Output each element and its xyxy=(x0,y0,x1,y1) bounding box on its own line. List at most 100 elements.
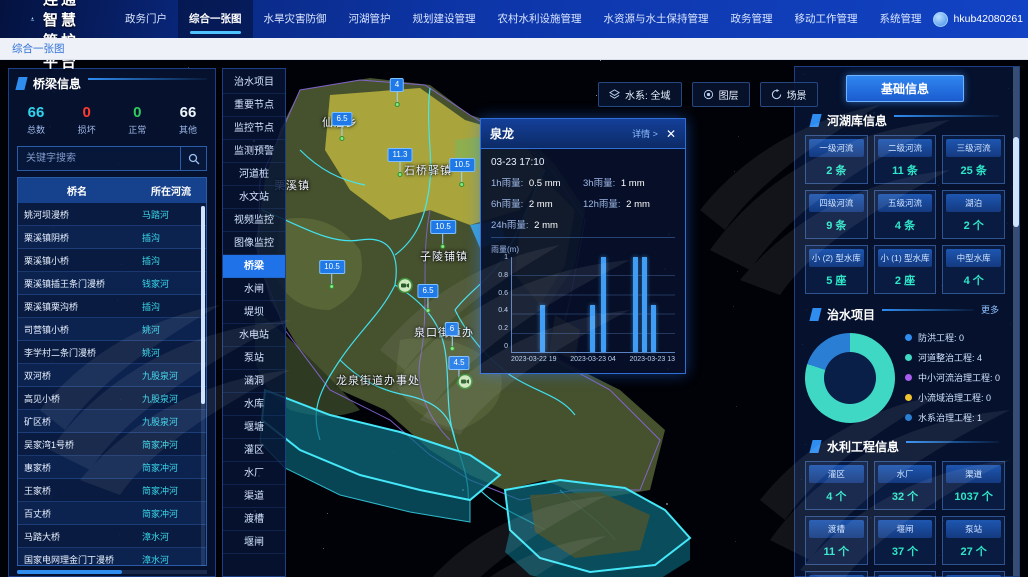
section-accent xyxy=(809,114,821,127)
table-row[interactable]: 李学村二条门漫桥 姚河 xyxy=(18,341,206,364)
user-menu[interactable]: hkub42080261 ▼ xyxy=(933,12,1028,27)
water-system-select[interactable]: 水系: 全域 xyxy=(598,82,682,107)
layer-menu-item[interactable]: 河道桩 xyxy=(223,163,285,186)
water-level-marker[interactable]: 10.5 xyxy=(319,260,345,289)
layer-menu-item[interactable]: 水电站 xyxy=(223,324,285,347)
nav-item[interactable]: 水旱灾害防御 xyxy=(253,0,338,38)
legend-item: 防洪工程: 0 xyxy=(905,331,1000,344)
nav-item[interactable]: 综合一张图 xyxy=(178,0,253,38)
bridge-name: 百丈桥 xyxy=(18,507,136,520)
layer-menu-item[interactable]: 水厂 xyxy=(223,462,285,485)
table-row[interactable]: 栗溪镇阴桥 插沟 xyxy=(18,226,206,249)
bridge-name: 栗溪镇栗沟桥 xyxy=(18,300,136,313)
station-popup: 泉龙 详情 > ✕ 03-23 17:10 1h雨量: 0.5 mm 3h雨量: xyxy=(480,118,686,374)
nav-item[interactable]: 系统管理 xyxy=(869,0,933,38)
section-accent xyxy=(809,440,821,453)
layer-menu-item[interactable]: 视频监控 xyxy=(223,209,285,232)
rain-metrics: 1h雨量: 0.5 mm 3h雨量: 1 mm 6h雨量: 2 mm xyxy=(491,175,675,231)
table-row[interactable]: 姚河坝漫桥 马踏河 xyxy=(18,203,206,226)
layer-menu-item[interactable]: 堤坝 xyxy=(223,301,285,324)
river-name: 漳水河 xyxy=(136,553,206,566)
table-row[interactable]: 栗溪镇插王条门漫桥 钱家河 xyxy=(18,272,206,295)
info-cell: 五级河流 4 条 xyxy=(874,190,937,239)
bridge-name: 栗溪镇插王条门漫桥 xyxy=(18,277,136,290)
table-vertical-scrollbar[interactable] xyxy=(201,206,205,566)
water-level-marker[interactable]: 6.5 xyxy=(331,112,352,141)
layer-menu-item[interactable]: 泵站 xyxy=(223,347,285,370)
layer-menu-item[interactable]: 治水项目 xyxy=(223,71,285,94)
layer-menu-item[interactable]: 堰闸 xyxy=(223,531,285,554)
layer-menu-item[interactable]: 监控节点 xyxy=(223,117,285,140)
water-level-marker[interactable]: 6 xyxy=(445,322,459,351)
water-level-marker[interactable]: 10.5 xyxy=(449,158,475,187)
river-name: 九股泉河 xyxy=(136,392,206,405)
river-name: 简家冲河 xyxy=(136,461,206,474)
table-row[interactable]: 国家电网理金门丁漫桥 漳水河 xyxy=(18,548,206,565)
username: hkub42080261 xyxy=(954,13,1024,25)
table-row[interactable]: 双河桥 九股泉河 xyxy=(18,364,206,387)
layer-toggle-button[interactable]: 图层 xyxy=(692,82,750,107)
layer-menu-item[interactable]: 水闸 xyxy=(223,278,285,301)
popup-body: 03-23 17:10 1h雨量: 0.5 mm 3h雨量: 1 mm xyxy=(481,149,685,373)
info-cell: 湖泊 2 个 xyxy=(942,190,1005,239)
water-level-marker[interactable]: 6.5 xyxy=(417,284,438,313)
table-row[interactable]: 高见小桥 九股泉河 xyxy=(18,387,206,410)
scene-toggle-button[interactable]: 场景 xyxy=(760,82,818,107)
layer-menu-item[interactable]: 灌区 xyxy=(223,439,285,462)
popup-timestamp: 03-23 17:10 xyxy=(491,157,675,168)
nav-item[interactable]: 农村水利设施管理 xyxy=(487,0,593,38)
table-row[interactable]: 百丈桥 简家冲河 xyxy=(18,502,206,525)
layer-menu-item[interactable]: 图像监控 xyxy=(223,232,285,255)
info-cell: 渠道 1037 个 xyxy=(942,461,1005,510)
layer-menu-item[interactable]: 桥梁 xyxy=(223,255,285,278)
nav-item[interactable]: 政务管理 xyxy=(720,0,784,38)
popup-detail-link[interactable]: 详情 > xyxy=(632,127,658,140)
table-row[interactable]: 吴家湾1号桥 简家冲河 xyxy=(18,433,206,456)
layer-menu-item[interactable]: 水文站 xyxy=(223,186,285,209)
table-row[interactable]: 马踏大桥 漳水河 xyxy=(18,525,206,548)
basic-info-button[interactable]: 基础信息 xyxy=(846,75,964,102)
panel-scrollbar[interactable] xyxy=(1013,67,1019,576)
water-level-marker[interactable]: 4 xyxy=(390,78,404,107)
layer-menu-item[interactable]: 重要节点 xyxy=(223,94,285,117)
nav-item[interactable]: 移动工作管理 xyxy=(784,0,869,38)
river-name: 简家冲河 xyxy=(136,507,206,520)
search-button[interactable] xyxy=(180,147,206,170)
stat-item: 0 正常 xyxy=(120,104,154,136)
layer-menu: 治水项目 重要节点 监控节点 监测预警 河道桩 水 xyxy=(222,68,286,577)
table-row[interactable]: 王家桥 简家冲河 xyxy=(18,479,206,502)
layer-menu-item[interactable]: 水库 xyxy=(223,393,285,416)
nav-item[interactable]: 政务门户 xyxy=(114,0,178,38)
close-icon[interactable]: ✕ xyxy=(666,128,676,140)
table-row[interactable]: 惠家桥 简家冲河 xyxy=(18,456,206,479)
camera-marker-icon[interactable] xyxy=(397,278,413,299)
layer-menu-item[interactable]: 渡槽 xyxy=(223,508,285,531)
map-stage[interactable]: 仙居乡 石桥驿镇 栗溪镇 子陵铺镇 泉口街道办 龙泉街道办事处 4 xyxy=(0,60,1028,577)
table-row[interactable]: 司营镇小桥 姚河 xyxy=(18,318,206,341)
bridge-name: 王家桥 xyxy=(18,484,136,497)
water-level-marker[interactable]: 11.3 xyxy=(388,148,413,177)
bridge-name: 马踏大桥 xyxy=(18,530,136,543)
info-cell: 涵洞 47 个 xyxy=(805,571,868,577)
camera-marker-icon[interactable] xyxy=(457,374,473,395)
table-horizontal-scrollbar[interactable] xyxy=(17,570,207,574)
bridge-name: 司营镇小桥 xyxy=(18,323,136,336)
layer-menu-item[interactable]: 堰塘 xyxy=(223,416,285,439)
layer-menu-item[interactable]: 监测预警 xyxy=(223,140,285,163)
section-divider xyxy=(882,309,974,311)
river-name: 姚河 xyxy=(136,346,206,359)
info-cell: 渡槽 11 个 xyxy=(805,516,868,565)
nav-item[interactable]: 规划建设管理 xyxy=(402,0,487,38)
bridge-name: 李学村二条门漫桥 xyxy=(18,346,136,359)
table-row[interactable]: 栗溪镇栗沟桥 插沟 xyxy=(18,295,206,318)
layer-menu-item[interactable]: 涵洞 xyxy=(223,370,285,393)
table-row[interactable]: 栗溪镇小桥 插沟 xyxy=(18,249,206,272)
search-input[interactable] xyxy=(18,147,180,170)
info-cell: 桥梁 66 个 xyxy=(874,571,937,577)
nav-item[interactable]: 河湖管护 xyxy=(338,0,402,38)
nav-item[interactable]: 水资源与水土保持管理 xyxy=(593,0,720,38)
projects-more-link[interactable]: 更多 xyxy=(981,303,999,316)
layer-menu-item[interactable]: 渠道 xyxy=(223,485,285,508)
water-level-marker[interactable]: 10.5 xyxy=(430,220,456,249)
table-row[interactable]: 矿区桥 九股泉河 xyxy=(18,410,206,433)
